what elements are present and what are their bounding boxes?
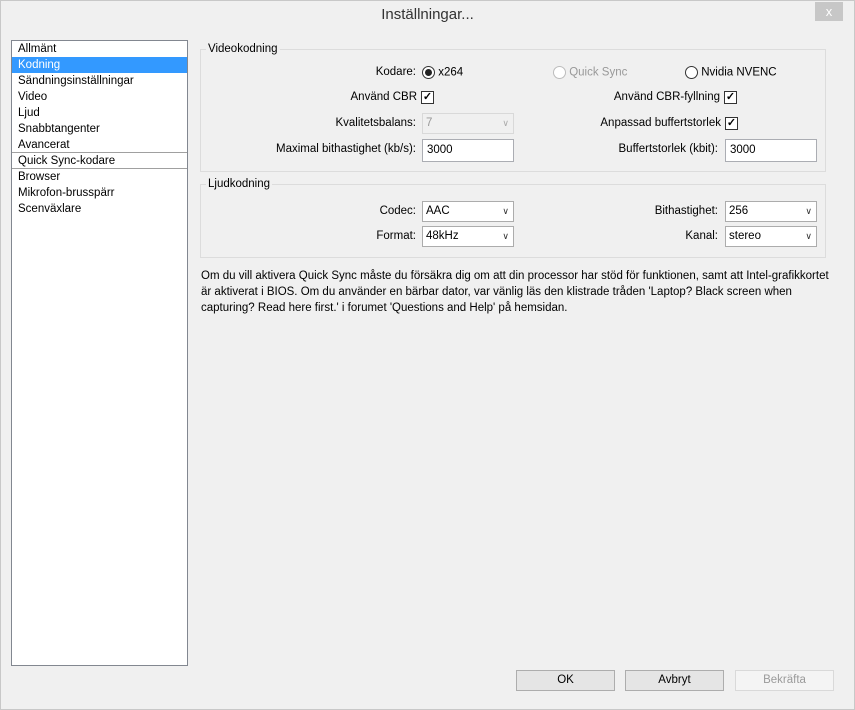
format-label: Format: <box>376 230 416 242</box>
buffer-size-input[interactable]: 3000 <box>725 139 817 162</box>
custom-buffer-label: Anpassad buffertstorlek <box>600 117 721 129</box>
radio-label: x264 <box>438 66 464 79</box>
sidebar-item-scenvaxlare[interactable]: Scenväxlare <box>12 201 187 217</box>
buffer-size-label: Buffertstorlek (kbit): <box>618 143 719 155</box>
codec-value: AAC <box>426 205 450 217</box>
close-button[interactable]: x <box>815 2 843 21</box>
audio-bitrate-label: Bithastighet: <box>654 205 718 217</box>
cbr-label: Använd CBR <box>350 91 417 103</box>
settings-category-list[interactable]: Allmänt Kodning Sändningsinställningar V… <box>11 40 188 666</box>
sidebar-item-video[interactable]: Video <box>12 89 187 105</box>
encoder-label: Kodare: <box>375 66 416 78</box>
format-value: 48kHz <box>426 230 459 242</box>
ok-button[interactable]: OK <box>516 670 615 691</box>
custom-buffer-checkbox[interactable]: ✓ <box>725 117 738 130</box>
apply-button[interactable]: Bekräfta <box>735 670 834 691</box>
quick-sync-info-text: Om du vill aktivera Quick Sync måste du … <box>201 270 829 314</box>
chevron-down-icon: ∨ <box>805 231 812 241</box>
cancel-button[interactable]: Avbryt <box>625 670 724 691</box>
radio-label: Nvidia NVENC <box>701 66 777 79</box>
radio-icon <box>553 66 566 79</box>
sidebar-item-quicksync[interactable]: Quick Sync-kodare <box>12 153 187 169</box>
codec-label: Codec: <box>379 205 416 217</box>
quality-value: 7 <box>426 117 433 129</box>
quality-select[interactable]: 7 ∨ <box>422 113 514 134</box>
window-title: Inställningar... <box>381 6 474 23</box>
sidebar-item-allmant[interactable]: Allmänt <box>12 41 187 57</box>
chevron-down-icon: ∨ <box>502 206 509 216</box>
channel-value: stereo <box>729 230 761 242</box>
sidebar-item-avancerat[interactable]: Avancerat <box>12 137 187 153</box>
cbr-fill-label: Använd CBR-fyllning <box>613 91 720 103</box>
chevron-down-icon: ∨ <box>502 118 509 128</box>
radio-x264[interactable]: x264 <box>422 66 463 79</box>
audio-group-title: Ljudkodning <box>206 178 273 190</box>
max-bitrate-input[interactable]: 3000 <box>422 139 514 162</box>
channel-label: Kanal: <box>685 230 718 242</box>
radio-quicksync[interactable]: Quick Sync <box>553 66 627 79</box>
format-select[interactable]: 48kHz ∨ <box>422 226 514 247</box>
chevron-down-icon: ∨ <box>805 206 812 216</box>
quality-label: Kvalitetsbalans: <box>335 117 416 129</box>
cbr-checkbox[interactable]: ✓ <box>421 91 434 104</box>
radio-nvenc[interactable]: Nvidia NVENC <box>685 66 777 79</box>
max-bitrate-label: Maximal bithastighet (kb/s): <box>276 143 416 155</box>
audio-bitrate-value: 256 <box>729 205 749 217</box>
sidebar-item-mikrofon[interactable]: Mikrofon-brusspärr <box>12 185 187 201</box>
sidebar-item-browser[interactable]: Browser <box>12 169 187 185</box>
codec-select[interactable]: AAC ∨ <box>422 201 514 222</box>
sidebar-item-snabbtangenter[interactable]: Snabbtangenter <box>12 121 187 137</box>
sidebar-item-kodning[interactable]: Kodning <box>12 57 187 73</box>
chevron-down-icon: ∨ <box>502 231 509 241</box>
sidebar-item-sandning[interactable]: Sändningsinställningar <box>12 73 187 89</box>
radio-label: Quick Sync <box>569 66 628 79</box>
channel-select[interactable]: stereo ∨ <box>725 226 817 247</box>
video-group-title: Videokodning <box>206 43 280 55</box>
radio-icon <box>685 66 698 79</box>
audio-bitrate-select[interactable]: 256 ∨ <box>725 201 817 222</box>
cbr-fill-checkbox[interactable]: ✓ <box>724 91 737 104</box>
radio-icon <box>422 66 435 79</box>
sidebar-item-ljud[interactable]: Ljud <box>12 105 187 121</box>
